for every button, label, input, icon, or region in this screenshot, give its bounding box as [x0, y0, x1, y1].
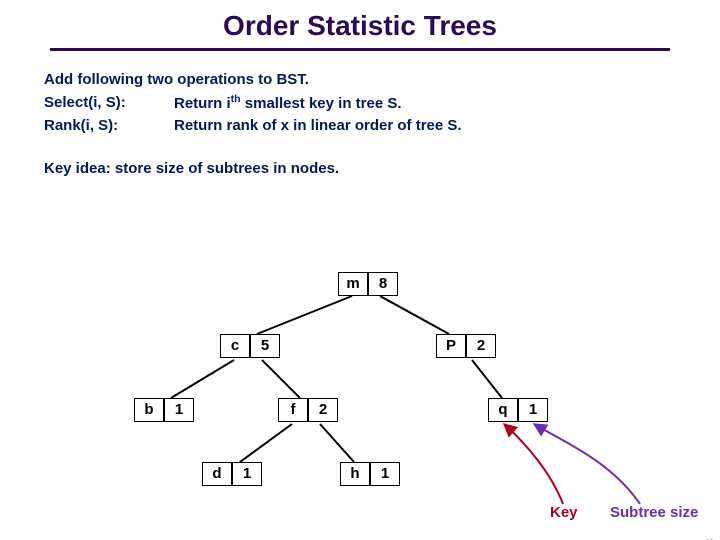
node-p-key: P — [436, 334, 466, 358]
op-rank: Rank(i, S): Return rank of x in linear o… — [44, 115, 676, 138]
node-d-key: d — [202, 462, 232, 486]
node-p-size: 2 — [466, 334, 496, 358]
node-h-key: h — [340, 462, 370, 486]
intro-line: Add following two operations to BST. — [44, 69, 676, 92]
node-m-size: 8 — [368, 272, 398, 296]
node-d-size: 1 — [232, 462, 262, 486]
node-p: P 2 — [436, 334, 496, 358]
slide-body: Add following two operations to BST. Sel… — [0, 51, 720, 180]
node-h: h 1 — [340, 462, 400, 486]
node-b-key: b — [134, 398, 164, 422]
op-select-def: Return ith smallest key in tree S. — [174, 92, 676, 116]
legend-size: Subtree size — [610, 504, 698, 521]
node-c-key: c — [220, 334, 250, 358]
op-select: Select(i, S): Return ith smallest key in… — [44, 92, 676, 116]
node-m-key: m — [338, 272, 368, 296]
op-select-def-pre: Return i — [174, 95, 231, 112]
node-c-size: 5 — [250, 334, 280, 358]
node-q-key: q — [488, 398, 518, 422]
op-rank-name: Rank(i, S): — [44, 115, 174, 138]
node-m: m 8 — [338, 272, 398, 296]
op-select-def-post: smallest key in tree S. — [241, 95, 402, 112]
node-h-size: 1 — [370, 462, 400, 486]
node-f-key: f — [278, 398, 308, 422]
node-d: d 1 — [202, 462, 262, 486]
key-idea: Key idea: store size of subtrees in node… — [44, 158, 676, 181]
slide-title: Order Statistic Trees — [50, 10, 669, 51]
op-select-def-sup: th — [231, 93, 241, 105]
node-f-size: 2 — [308, 398, 338, 422]
tree-diagram: m 8 c 5 P 2 b 1 f 2 q 1 d 1 h 1 Key Subt… — [0, 270, 720, 540]
op-select-name: Select(i, S): — [44, 92, 174, 116]
tree-edges — [0, 270, 720, 540]
legend-key: Key — [550, 504, 578, 521]
node-b: b 1 — [134, 398, 194, 422]
node-q-size: 1 — [518, 398, 548, 422]
node-c: c 5 — [220, 334, 280, 358]
node-b-size: 1 — [164, 398, 194, 422]
op-rank-def: Return rank of x in linear order of tree… — [174, 115, 676, 138]
node-f: f 2 — [278, 398, 338, 422]
node-q: q 1 — [488, 398, 548, 422]
